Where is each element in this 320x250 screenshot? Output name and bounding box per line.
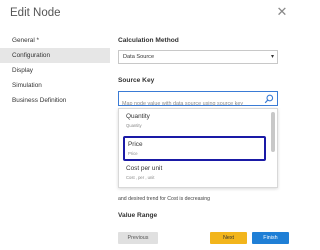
dropdown-option-quantity[interactable]: Quantity Quantity xyxy=(123,110,266,135)
dropdown-scrollbar[interactable] xyxy=(271,112,275,152)
sidebar-nav: General * Configuration Display Simulati… xyxy=(0,33,110,108)
dialog-title: Edit Node xyxy=(10,7,61,19)
sidebar-item-display[interactable]: Display xyxy=(0,63,110,78)
sidebar-item-simulation[interactable]: Simulation xyxy=(0,78,110,93)
option-name: Cost per unit xyxy=(126,165,163,172)
option-subtext: Quantity xyxy=(126,123,142,128)
dropdown-option-cost-per-unit[interactable]: Cost per unit Cost , per , unit xyxy=(123,162,266,187)
sidebar-item-business-definition[interactable]: Business Definition xyxy=(0,93,110,108)
source-key-dropdown: Quantity Quantity Price Price Cost per u… xyxy=(118,108,278,188)
calculation-method-value: Data Source xyxy=(123,54,155,60)
dropdown-option-price[interactable]: Price Price xyxy=(123,136,266,161)
option-name: Quantity xyxy=(126,113,150,120)
option-subtext: Price xyxy=(128,151,138,156)
sidebar-item-general[interactable]: General * xyxy=(0,33,110,48)
chevron-down-icon: ▾ xyxy=(270,54,274,60)
close-icon[interactable]: ✕ xyxy=(274,4,290,20)
next-button[interactable]: Next xyxy=(210,232,247,244)
source-key-search[interactable] xyxy=(118,91,278,111)
sidebar-item-configuration[interactable]: Configuration xyxy=(0,48,110,63)
option-name: Price xyxy=(128,141,143,148)
calculation-method-label: Calculation Method xyxy=(118,37,179,44)
source-key-label: Source Key xyxy=(118,77,155,84)
previous-button[interactable]: Previous xyxy=(118,232,158,244)
calculation-method-select[interactable]: Data Source ▾ xyxy=(118,50,278,64)
trend-note: and desired trend for Cost is decreasing xyxy=(118,196,210,202)
value-range-label: Value Range xyxy=(118,212,158,219)
finish-button[interactable]: Finish xyxy=(252,232,289,244)
option-subtext: Cost , per , unit xyxy=(126,175,155,180)
search-icon[interactable] xyxy=(264,94,274,104)
